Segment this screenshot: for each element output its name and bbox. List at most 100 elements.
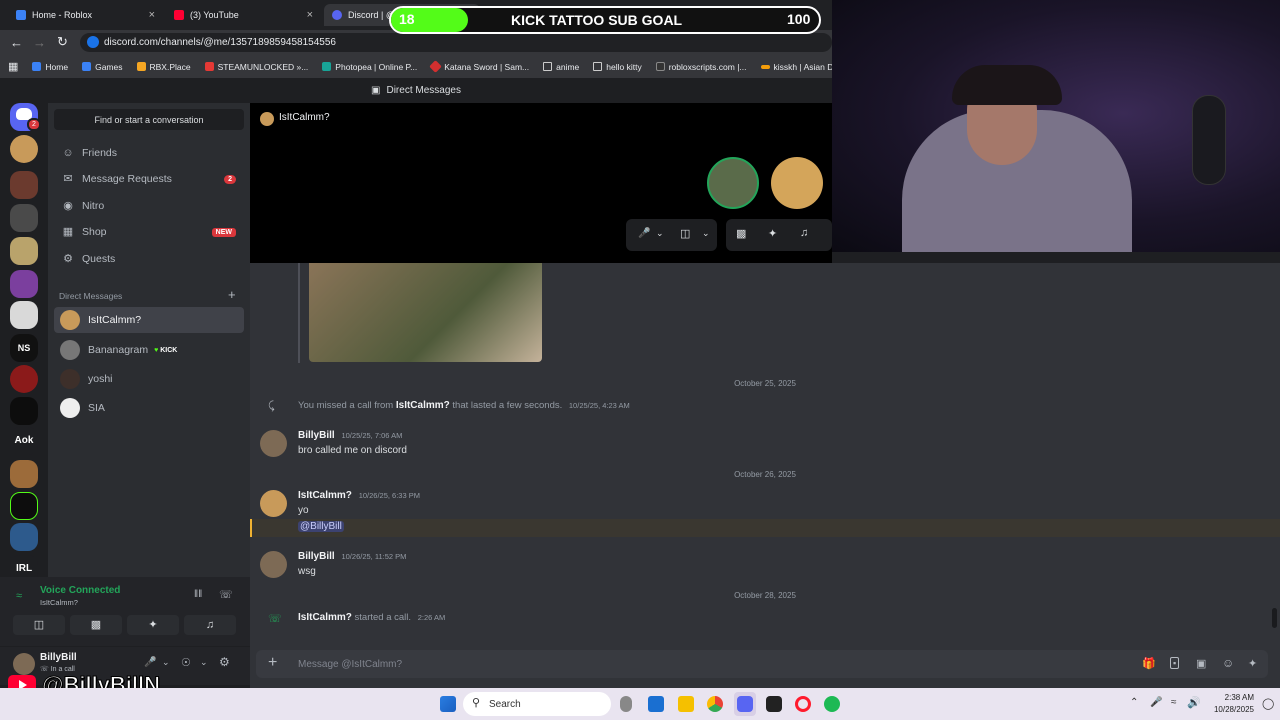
username[interactable]: BillyBill (298, 430, 335, 441)
activities-icon[interactable]: ✦ (768, 227, 777, 240)
user-mention[interactable]: @BillyBill (298, 521, 344, 532)
screen-share-icon[interactable]: ▩ (736, 227, 746, 240)
participant-avatar-billybill[interactable] (707, 157, 759, 209)
discord-taskbar-icon[interactable] (737, 696, 753, 712)
mic-icon[interactable]: 🎤 (144, 657, 156, 668)
disconnect-icon[interactable]: ☏ (219, 588, 233, 601)
close-icon[interactable]: × (307, 9, 313, 21)
apps-grid-icon[interactable]: ▦ (0, 60, 25, 73)
bookmark-robloxscripts[interactable]: robloxscripts.com |... (649, 62, 754, 72)
voice-channel[interactable]: IsItCalmm? (40, 598, 78, 607)
server-icon[interactable] (10, 204, 38, 232)
mic-icon[interactable]: 🎤 (1150, 697, 1162, 708)
chevron-down-icon[interactable]: ⌄ (162, 657, 170, 668)
chevron-down-icon[interactable]: ⌄ (656, 228, 664, 239)
message-input[interactable]: + Message @IsItCalmm? 🎁 ▪ ▣ ☺ ✦ (256, 650, 1268, 678)
discord-home-icon[interactable]: 2 (10, 103, 41, 131)
headphones-icon[interactable]: ☉ (181, 656, 191, 669)
server-icon[interactable] (10, 237, 38, 265)
gear-icon[interactable]: ⚙ (219, 655, 230, 669)
server-icon[interactable] (10, 270, 38, 298)
participant-avatar-isitcalmm[interactable] (771, 157, 823, 209)
nav-shop[interactable]: ▦ Shop NEW (54, 220, 244, 244)
file-explorer-icon[interactable] (678, 696, 694, 712)
server-icon[interactable] (10, 460, 38, 488)
chrome-icon[interactable] (707, 696, 723, 712)
bookmark-rbx-place[interactable]: RBX.Place (130, 62, 198, 72)
forward-icon[interactable]: → (33, 35, 46, 50)
gif-icon[interactable]: ▪ (1170, 657, 1180, 669)
bookmark-photopea[interactable]: Photopea | Online P... (315, 62, 424, 72)
call-header-title[interactable]: IsItCalmm? (279, 112, 330, 123)
server-icon-ns[interactable]: NS (10, 334, 38, 362)
bookmark-folder-hello-kitty[interactable]: hello kitty (586, 62, 648, 72)
bookmark-games[interactable]: Games (75, 62, 129, 72)
scrollbar[interactable] (1272, 608, 1277, 628)
spotify-icon[interactable] (824, 696, 840, 712)
sticker-icon[interactable]: ▣ (1196, 657, 1206, 670)
soundboard-icon[interactable]: ♫ (800, 227, 808, 239)
user-name[interactable]: BillyBill (40, 652, 77, 663)
avatar[interactable] (260, 490, 287, 517)
start-windows-icon[interactable] (440, 696, 456, 712)
chevron-up-icon[interactable]: ⌃ (1130, 697, 1138, 708)
taskbar-date[interactable]: 10/28/2025 (1200, 705, 1254, 714)
avatar[interactable] (260, 430, 287, 457)
bookmark-katana[interactable]: Katana Sword | Sam... (424, 60, 536, 73)
notification-bell-icon[interactable]: ◯ (1262, 697, 1274, 710)
tab-roblox[interactable]: Home - Roblox × (8, 4, 163, 26)
reload-icon[interactable]: ↻ (57, 34, 68, 50)
find-conversation-button[interactable]: Find or start a conversation (54, 109, 244, 130)
site-info-icon[interactable] (87, 36, 99, 48)
camera-off-button[interactable]: ◫ (13, 615, 65, 635)
volume-icon[interactable]: 🔊 (1187, 696, 1201, 709)
nav-friends[interactable]: ☺ Friends (54, 141, 244, 165)
screen-share-button[interactable]: ▩ (70, 615, 122, 635)
taskbar-search[interactable]: ⚲ Search (463, 692, 611, 716)
voice-status[interactable]: Voice Connected (40, 585, 120, 596)
noise-suppression-icon[interactable]: ‖‖ (194, 589, 202, 600)
dm-avatar-icon[interactable] (10, 135, 38, 163)
create-dm-plus-icon[interactable]: + (228, 287, 236, 302)
username[interactable]: BillyBill (298, 551, 335, 562)
username[interactable]: IsItCalmm? (298, 612, 352, 623)
soundboard-button[interactable]: ♫ (184, 615, 236, 635)
close-icon[interactable]: × (149, 9, 155, 21)
emoji-icon[interactable]: ☺ (1222, 656, 1234, 670)
camera-off-icon[interactable]: ◫ (680, 227, 690, 240)
taskbar-time[interactable]: 2:38 AM (1210, 693, 1254, 702)
opera-gx-icon[interactable] (795, 696, 811, 712)
nav-message-requests[interactable]: ✉ Message Requests 2 (54, 167, 244, 191)
gift-icon[interactable]: 🎁 (1142, 657, 1156, 670)
back-icon[interactable]: ← (10, 35, 23, 50)
wifi-icon[interactable]: ≈ (1171, 697, 1177, 708)
apps-icon[interactable]: ✦ (1248, 657, 1257, 670)
server-icon[interactable] (10, 301, 38, 329)
app-icon[interactable] (766, 696, 782, 712)
server-icon[interactable] (10, 523, 38, 551)
server-icon[interactable] (10, 365, 38, 393)
username[interactable]: IsItCalmm? (396, 400, 450, 411)
store-app-icon[interactable] (648, 696, 664, 712)
avatar[interactable] (260, 551, 287, 578)
add-attachment-icon[interactable]: + (268, 654, 277, 672)
dm-item-sia[interactable]: SIA (54, 395, 244, 421)
kick-server-icon[interactable] (10, 492, 38, 520)
nav-quests[interactable]: ⚙ Quests (54, 247, 244, 271)
image-attachment[interactable] (309, 263, 542, 362)
server-icon-aok[interactable]: Aok (10, 427, 38, 455)
server-icon[interactable] (10, 397, 38, 425)
dm-item-yoshi[interactable]: yoshi (54, 366, 244, 392)
nav-nitro[interactable]: ◉ Nitro (54, 194, 244, 218)
username[interactable]: IsItCalmm? (298, 490, 352, 501)
chevron-down-icon[interactable]: ⌄ (702, 228, 710, 239)
chevron-down-icon[interactable]: ⌄ (200, 657, 208, 668)
dm-item-bananagram[interactable]: Bananagram ♥ KICK (54, 337, 244, 363)
tab-youtube[interactable]: (3) YouTube × (166, 4, 321, 26)
server-icon[interactable] (10, 171, 38, 199)
bookmark-home[interactable]: Home (25, 62, 75, 72)
bookmark-steamunlocked[interactable]: STEAMUNLOCKED »... (198, 62, 316, 72)
url-input[interactable]: discord.com/channels/@me/135718985945815… (80, 33, 832, 52)
bookmark-folder-anime[interactable]: anime (536, 62, 586, 72)
activities-button[interactable]: ✦ (127, 615, 179, 635)
